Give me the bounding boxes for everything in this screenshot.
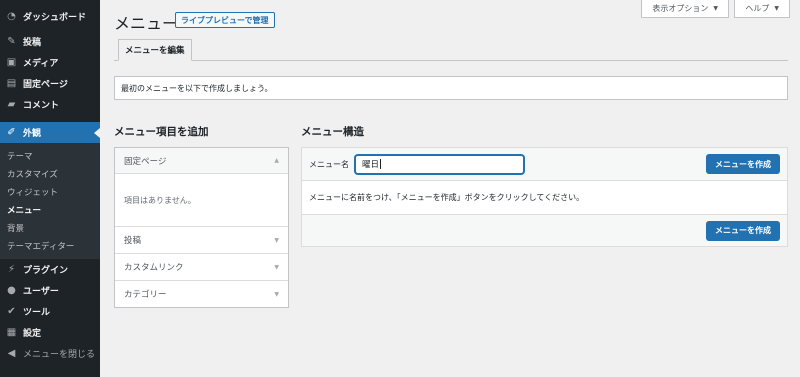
accordion-body-pages: 項目はありません。 bbox=[115, 174, 288, 226]
collapse-menu-button[interactable]: ◀ メニューを閉じる bbox=[0, 343, 100, 364]
sidebar-item-label: コメント bbox=[23, 101, 60, 111]
text-cursor bbox=[380, 159, 382, 169]
admin-sidebar: ◔ ダッシュボード ✎ 投稿 ▣ メディア ▤ 固定ページ ▰ コメント ✐ 外… bbox=[0, 0, 100, 377]
page-title: メニュー bbox=[114, 14, 179, 33]
create-menu-button[interactable]: メニューを作成 bbox=[706, 154, 780, 174]
caret-down-icon: ▼ bbox=[774, 5, 779, 12]
comment-icon: ▰ bbox=[7, 99, 16, 110]
menu-instructions: メニューに名前をつけ、「メニューを作成」ボタンをクリックしてください。 bbox=[302, 181, 787, 215]
accordion-section-categories: カテゴリー ▼ bbox=[115, 281, 288, 307]
user-icon: ● bbox=[7, 285, 16, 296]
sidebar-item-comments[interactable]: ▰ コメント bbox=[0, 94, 100, 115]
pin-icon: ✎ bbox=[7, 36, 16, 47]
appearance-submenu: テーマ カスタマイズ ウィジェット メニュー 背景 テーマエディター bbox=[0, 143, 100, 259]
submenu-item-theme-editor[interactable]: テーマエディター bbox=[0, 237, 100, 255]
create-menu-button-bottom[interactable]: メニューを作成 bbox=[706, 220, 780, 241]
add-menu-items-heading: メニュー項目を追加 bbox=[114, 126, 209, 138]
submenu-item-widgets[interactable]: ウィジェット bbox=[0, 183, 100, 201]
page-icon: ▤ bbox=[6, 78, 17, 89]
screen-options-label: 表示オプション bbox=[652, 4, 709, 13]
tab-edit-menus[interactable]: メニューを編集 bbox=[118, 39, 192, 61]
settings-icon: ▦ bbox=[6, 327, 17, 338]
menu-header: メニュー名 曜日 メニューを作成 bbox=[302, 148, 787, 181]
caret-down-icon: ▼ bbox=[274, 236, 279, 244]
instructions-text: メニューに名前をつけ、「メニューを作成」ボタンをクリックしてください。 bbox=[309, 193, 585, 202]
add-items-accordion: 固定ページ ▲ 項目はありません。 投稿 ▼ カスタムリンク ▼ カテゴリー ▼ bbox=[114, 147, 289, 308]
caret-up-icon: ▲ bbox=[274, 157, 279, 164]
submenu-item-background[interactable]: 背景 bbox=[0, 219, 100, 237]
accordion-label: 投稿 bbox=[124, 236, 142, 246]
submenu-item-menus[interactable]: メニュー bbox=[0, 201, 100, 219]
sidebar-item-tools[interactable]: ✔ ツール bbox=[0, 301, 100, 322]
sidebar-item-posts[interactable]: ✎ 投稿 bbox=[0, 31, 100, 52]
sidebar-item-label: ユーザー bbox=[23, 287, 59, 297]
submenu-item-themes[interactable]: テーマ bbox=[0, 147, 100, 165]
info-notice: 最初のメニューを以下で作成しましょう。 bbox=[114, 76, 788, 100]
caret-down-icon: ▼ bbox=[274, 290, 279, 298]
menu-footer: メニューを作成 bbox=[302, 215, 787, 246]
sidebar-item-label: ツール bbox=[23, 308, 51, 318]
caret-down-icon: ▼ bbox=[713, 5, 718, 12]
accordion-label: カテゴリー bbox=[124, 290, 167, 300]
sidebar-item-label: 投稿 bbox=[23, 38, 42, 48]
menu-name-input[interactable]: 曜日 bbox=[355, 154, 524, 174]
sidebar-item-label: 固定ページ bbox=[23, 80, 68, 90]
menu-structure-box: メニュー名 曜日 メニューを作成 メニューに名前をつけ、「メニューを作成」ボタン… bbox=[301, 147, 788, 247]
empty-items-text: 項目はありません。 bbox=[124, 195, 196, 205]
screen-options-button[interactable]: 表示オプション ▼ bbox=[641, 0, 729, 18]
accordion-toggle-custom-links[interactable]: カスタムリンク ▼ bbox=[115, 254, 288, 280]
accordion-section-pages: 固定ページ ▲ 項目はありません。 bbox=[115, 148, 288, 227]
sidebar-item-label: メディア bbox=[23, 59, 59, 69]
help-button[interactable]: ヘルプ ▼ bbox=[734, 0, 790, 18]
sidebar-item-label: 外観 bbox=[23, 129, 42, 139]
accordion-label: カスタムリンク bbox=[124, 263, 184, 273]
sidebar-item-appearance[interactable]: ✐ 外観 bbox=[0, 122, 100, 143]
menu-structure-heading: メニュー構造 bbox=[301, 126, 364, 138]
sidebar-item-label: プラグイン bbox=[23, 266, 69, 276]
plugin-icon: ⚡ bbox=[7, 264, 16, 275]
menu-name-label: メニュー名 bbox=[309, 159, 349, 169]
media-icon: ▣ bbox=[6, 57, 17, 68]
wrench-icon: ✔ bbox=[7, 306, 16, 317]
sidebar-item-label: 設定 bbox=[23, 329, 42, 339]
live-preview-button[interactable]: ライブプレビューで管理 bbox=[175, 12, 275, 28]
notice-text: 最初のメニューを以下で作成しましょう。 bbox=[121, 83, 273, 93]
sidebar-item-plugins[interactable]: ⚡ プラグイン bbox=[0, 259, 100, 280]
sidebar-item-label: メニューを閉じる bbox=[23, 350, 96, 360]
help-label: ヘルプ bbox=[745, 4, 770, 13]
sidebar-item-media[interactable]: ▣ メディア bbox=[0, 52, 100, 73]
sidebar-item-dashboard[interactable]: ◔ ダッシュボード bbox=[0, 6, 100, 27]
accordion-toggle-pages[interactable]: 固定ページ ▲ bbox=[115, 148, 288, 174]
accordion-label: 固定ページ bbox=[124, 156, 167, 167]
sidebar-item-pages[interactable]: ▤ 固定ページ bbox=[0, 73, 100, 94]
collapse-arrow-icon: ◀ bbox=[7, 348, 16, 359]
accordion-section-posts: 投稿 ▼ bbox=[115, 227, 288, 254]
sidebar-item-settings[interactable]: ▦ 設定 bbox=[0, 322, 100, 343]
submenu-item-customize[interactable]: カスタマイズ bbox=[0, 165, 100, 183]
dashboard-icon: ◔ bbox=[7, 11, 16, 22]
caret-down-icon: ▼ bbox=[274, 263, 279, 271]
menu-name-value: 曜日 bbox=[362, 160, 380, 170]
brush-icon: ✐ bbox=[7, 127, 16, 138]
sidebar-item-label: ダッシュボード bbox=[23, 13, 87, 23]
accordion-toggle-posts[interactable]: 投稿 ▼ bbox=[115, 227, 288, 253]
sidebar-item-users[interactable]: ● ユーザー bbox=[0, 280, 100, 301]
accordion-toggle-categories[interactable]: カテゴリー ▼ bbox=[115, 281, 288, 307]
accordion-section-custom-links: カスタムリンク ▼ bbox=[115, 254, 288, 281]
tab-divider bbox=[114, 60, 788, 61]
